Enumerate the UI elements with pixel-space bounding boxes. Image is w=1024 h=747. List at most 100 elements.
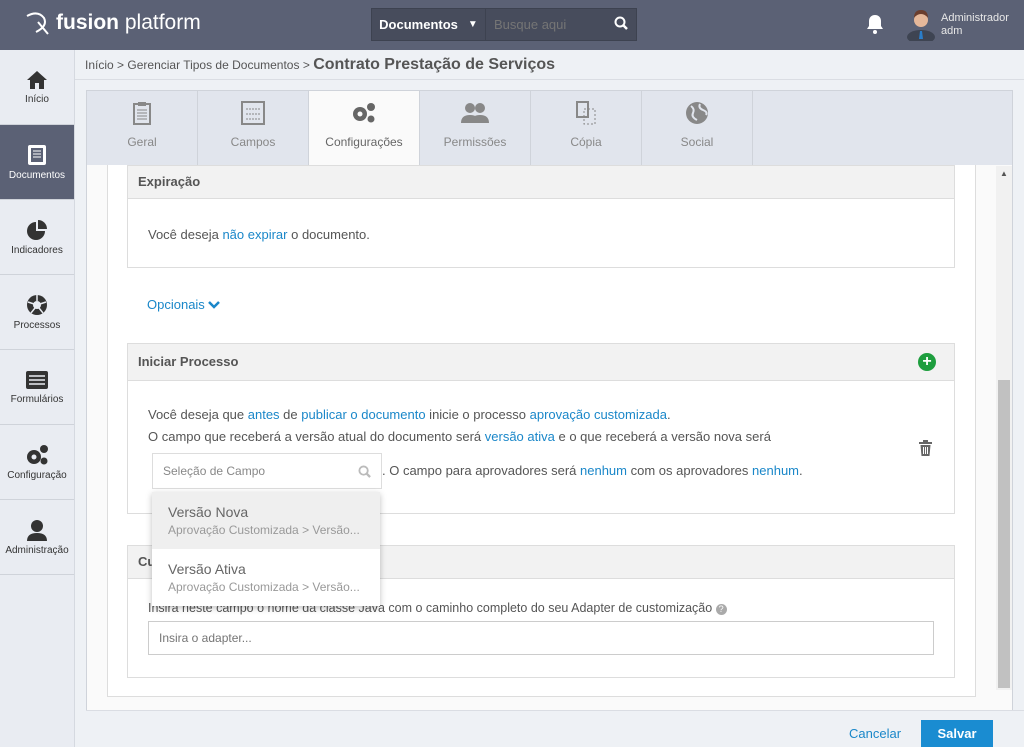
current-version-link[interactable]: versão ativa xyxy=(485,429,555,444)
sidebar-item-inicio[interactable]: Início xyxy=(0,50,74,125)
tab-configuracoes[interactable]: Configurações xyxy=(309,91,420,167)
dropdown-option[interactable]: Versão Nova Aprovação Customizada > Versã… xyxy=(152,492,380,549)
text: de xyxy=(279,407,302,422)
search-input[interactable] xyxy=(486,17,606,32)
expiry-option-link[interactable]: não expirar xyxy=(222,227,287,242)
timing-link[interactable]: antes xyxy=(248,407,280,422)
section-expiracao: Expiração Você deseja não expirar o docu… xyxy=(127,165,955,268)
tab-label: Permissões xyxy=(443,135,507,149)
sidebar-item-label: Início xyxy=(25,93,49,105)
sidebar-item-administracao[interactable]: Administração xyxy=(0,500,74,575)
breadcrumb-separator: > xyxy=(302,58,310,72)
brand-bold: fusion xyxy=(56,11,119,34)
section-header: Iniciar Processo + xyxy=(128,344,954,381)
user-info[interactable]: Administrador adm xyxy=(941,12,1009,38)
search-scope-label: Documentos xyxy=(379,17,458,32)
logo[interactable]: fusion platform xyxy=(24,10,201,36)
avatar[interactable] xyxy=(906,9,936,44)
search-bar: Documentos ▼ xyxy=(371,8,637,41)
help-icon[interactable]: ? xyxy=(715,604,727,615)
event-link[interactable]: publicar o documento xyxy=(301,407,425,422)
search-scope-select[interactable]: Documentos ▼ xyxy=(372,9,486,40)
section-iniciar-processo: Iniciar Processo + Você deseja que antes… xyxy=(127,343,955,514)
sidebar-item-documentos[interactable]: Documentos xyxy=(0,125,74,200)
option-path: Aprovação Customizada > Versão... xyxy=(168,580,360,594)
text: . xyxy=(799,463,803,478)
option-label: Versão Ativa xyxy=(168,561,246,577)
text: Você deseja que xyxy=(148,407,248,422)
tab-campos[interactable]: Campos xyxy=(198,91,309,165)
sidebar: Início Documentos Indicadores Processos … xyxy=(0,50,75,747)
globe-icon xyxy=(686,102,708,124)
field-selection-dropdown: Versão Nova Aprovação Customizada > Versã… xyxy=(152,492,380,606)
breadcrumb: Início > Gerenciar Tipos de Documentos >… xyxy=(85,56,555,74)
text: o documento. xyxy=(287,227,370,242)
dropdown-option[interactable]: Versão Ativa Aprovação Customizada > Vers… xyxy=(152,549,380,606)
divider xyxy=(75,79,1024,80)
trash-icon[interactable] xyxy=(919,440,932,459)
home-icon xyxy=(27,70,47,89)
chevron-down-icon xyxy=(208,301,221,309)
user-name: Administrador xyxy=(941,12,1009,24)
breadcrumb-separator: > xyxy=(117,58,125,72)
sidebar-item-label: Indicadores xyxy=(11,244,63,256)
section-body: Você deseja que antes de publicar o docu… xyxy=(128,381,954,489)
tab-permissoes[interactable]: Permissões xyxy=(420,91,531,165)
text: com os aprovadores xyxy=(630,463,749,478)
option-label: Versão Nova xyxy=(168,504,249,520)
opcionais-toggle[interactable]: Opcionais xyxy=(147,297,221,312)
opcionais-label: Opcionais xyxy=(147,297,205,312)
tab-geral[interactable]: Geral xyxy=(87,91,198,165)
breadcrumb-link-tipos[interactable]: Gerenciar Tipos de Documentos xyxy=(127,58,299,72)
user-login: adm xyxy=(941,25,963,37)
tab-label: Geral xyxy=(127,135,157,149)
save-button[interactable]: Salvar xyxy=(921,720,993,747)
tab-label: Social xyxy=(680,135,714,149)
form-icon xyxy=(26,370,48,389)
clipboard-icon xyxy=(133,102,151,125)
tab-bar: Geral Campos Configurações Permissões Có… xyxy=(86,90,1013,167)
add-icon[interactable]: + xyxy=(918,353,936,371)
tab-label: Configurações xyxy=(325,135,403,149)
search-icon xyxy=(358,464,371,478)
user-icon xyxy=(27,519,47,541)
caret-down-icon: ▼ xyxy=(467,19,478,30)
copy-icon xyxy=(576,101,596,125)
gears-icon xyxy=(353,103,375,123)
scrollbar-thumb[interactable] xyxy=(998,380,1010,688)
text: O campo que receberá a versão atual do d… xyxy=(148,429,485,444)
page-title: Contrato Prestação de Serviços xyxy=(313,56,556,73)
bell-icon[interactable] xyxy=(866,14,884,34)
breadcrumb-link-inicio[interactable]: Início xyxy=(85,58,114,72)
sidebar-item-indicadores[interactable]: Indicadores xyxy=(0,200,74,275)
approvers-link[interactable]: nenhum xyxy=(752,463,799,479)
sidebar-item-processos[interactable]: Processos xyxy=(0,275,74,350)
sidebar-item-configuracao[interactable]: Configuração xyxy=(0,425,74,500)
field-selection-placeholder: Seleção de Campo xyxy=(163,464,266,478)
tab-social[interactable]: Social xyxy=(642,91,753,165)
search-icon[interactable] xyxy=(606,16,636,33)
tab-copia[interactable]: Cópia xyxy=(531,91,642,165)
sidebar-item-formularios[interactable]: Formulários xyxy=(0,350,74,425)
sidebar-item-label: Administração xyxy=(5,544,69,556)
cancel-button[interactable]: Cancelar xyxy=(849,726,901,741)
text: inicie o processo xyxy=(425,407,530,422)
text: . O campo para aprovadores será xyxy=(382,463,577,478)
text: Você deseja xyxy=(148,227,223,242)
fields-icon xyxy=(241,101,265,125)
approver-field-link[interactable]: nenhum xyxy=(580,463,627,479)
adapter-input[interactable] xyxy=(148,621,934,655)
process-link[interactable]: aprovação customizada xyxy=(530,407,667,422)
option-path: Aprovação Customizada > Versão... xyxy=(168,523,360,537)
field-selection-input[interactable]: Seleção de Campo xyxy=(152,453,382,489)
fusion-logo-icon xyxy=(26,12,49,35)
gears-icon xyxy=(27,444,48,464)
brand-light: platform xyxy=(124,11,201,34)
sidebar-item-label: Processos xyxy=(13,319,61,331)
sidebar-item-label: Formulários xyxy=(10,393,64,405)
scroll-up-icon[interactable]: ▲ xyxy=(996,166,1012,178)
users-icon xyxy=(461,103,489,123)
pie-chart-icon xyxy=(27,219,47,240)
text: e o que receberá a versão nova será xyxy=(554,429,771,444)
section-title: Iniciar Processo xyxy=(138,354,239,369)
